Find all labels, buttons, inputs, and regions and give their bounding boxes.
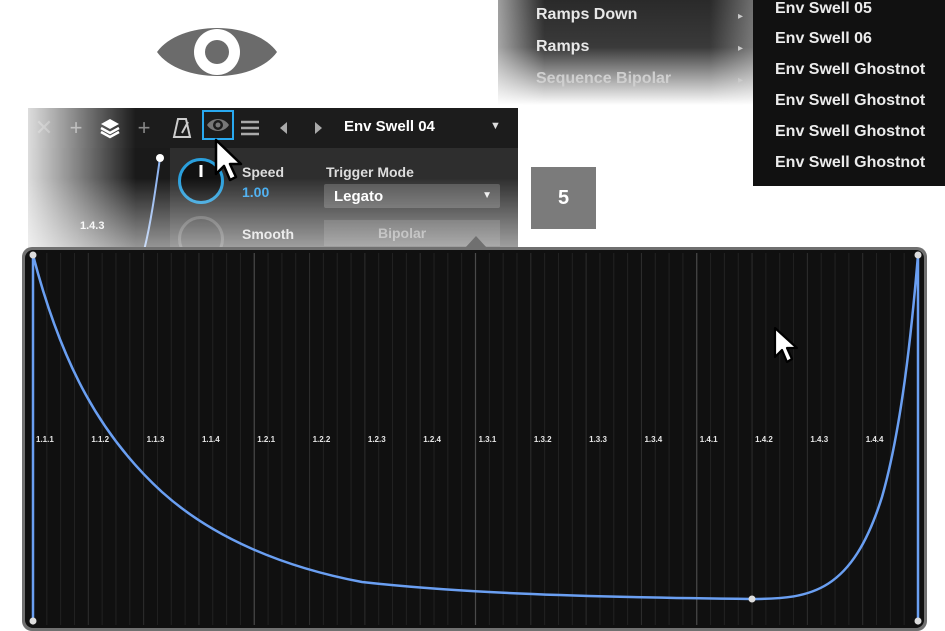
beat-label: 1.3.1 xyxy=(479,435,497,444)
preset-item[interactable]: Env Swell Ghostnot xyxy=(775,154,925,172)
chevron-down-icon[interactable]: ▼ xyxy=(490,120,501,132)
beat-label: 1.4.1 xyxy=(700,435,718,444)
envelope-editor[interactable]: 1.1.1 1.1.2 1.1.3 1.1.4 1.2.1 1.2.2 1.2.3 1.2.4… xyxy=(22,247,927,631)
envelope-node[interactable] xyxy=(914,251,922,259)
mouse-pointer-icon xyxy=(214,138,243,182)
prev-icon[interactable] xyxy=(272,116,296,140)
layers-icon[interactable] xyxy=(98,116,122,140)
eye-icon xyxy=(157,28,277,76)
plus-icon[interactable]: + xyxy=(132,116,156,140)
step-badge: 5 xyxy=(531,167,596,229)
submenu-arrow-icon: ▸ xyxy=(738,75,744,86)
eye-button[interactable] xyxy=(202,110,234,140)
envelope-node[interactable] xyxy=(29,251,37,259)
category-menu: Ramps Down ▸ Ramps ▸ Sequence Bipolar ▸ xyxy=(498,0,756,105)
preset-item[interactable]: Env Swell Ghostnot xyxy=(775,92,925,110)
envelope-node[interactable] xyxy=(29,617,37,625)
beat-label: 1.2.2 xyxy=(313,435,331,444)
envelope-node[interactable] xyxy=(748,595,756,603)
device-toolbar: ✕ + + Env Swell 04 ▼ xyxy=(28,108,518,148)
menu-item-ramps[interactable]: Ramps xyxy=(536,38,589,56)
speed-label: Speed xyxy=(242,164,285,180)
speed-value[interactable]: 1.00 xyxy=(242,184,269,200)
beat-label: 1.1.4 xyxy=(202,435,220,444)
preset-item[interactable]: Env Swell 06 xyxy=(775,30,872,48)
beat-label: 1.1.3 xyxy=(147,435,165,444)
mouse-pointer-icon xyxy=(773,326,799,364)
preset-name[interactable]: Env Swell 04 xyxy=(344,118,435,135)
preset-item[interactable]: Env Swell Ghostnot xyxy=(775,123,925,141)
beat-label: 1.2.4 xyxy=(423,435,441,444)
beat-label: 1.3.4 xyxy=(644,435,662,444)
bipolar-label: Bipolar xyxy=(378,225,427,241)
beat-label: 1.4.4 xyxy=(866,435,884,444)
beat-label: 1.4.3 xyxy=(810,435,828,444)
beat-label: 1.3.3 xyxy=(589,435,607,444)
submenu-arrow-icon: ▸ xyxy=(738,11,744,22)
menu-item-ramps-down[interactable]: Ramps Down xyxy=(536,6,637,24)
list-icon[interactable] xyxy=(238,116,262,140)
beat-label: 1.3.2 xyxy=(534,435,552,444)
eye-icon xyxy=(207,119,229,131)
chevron-down-icon: ▼ xyxy=(482,190,492,201)
beat-label: 1.1.1 xyxy=(36,435,54,444)
preset-menu: Env Swell 05 Env Swell 06 Env Swell Ghos… xyxy=(753,0,945,186)
plus-icon[interactable]: + xyxy=(64,116,88,140)
metronome-icon[interactable] xyxy=(170,116,194,140)
trigger-mode-label: Trigger Mode xyxy=(326,164,414,180)
trigger-mode-value: Legato xyxy=(334,188,384,205)
mini-beat-label: 1.4.3 xyxy=(80,220,105,232)
preset-item[interactable]: Env Swell 05 xyxy=(775,0,872,18)
close-icon[interactable]: ✕ xyxy=(32,116,56,140)
next-icon[interactable] xyxy=(306,116,330,140)
beat-label: 1.2.1 xyxy=(257,435,275,444)
envelope-canvas[interactable]: 1.1.1 1.1.2 1.1.3 1.1.4 1.2.1 1.2.2 1.2.3 1.2.4… xyxy=(22,247,927,631)
envelope-node[interactable] xyxy=(914,617,922,625)
beat-label: 1.1.2 xyxy=(91,435,109,444)
submenu-arrow-icon: ▸ xyxy=(738,43,744,54)
smooth-label: Smooth xyxy=(242,226,295,242)
menu-item-sequence-bipolar[interactable]: Sequence Bipolar xyxy=(536,70,671,88)
beat-label: 1.2.3 xyxy=(368,435,386,444)
trigger-mode-select[interactable]: Legato ▼ xyxy=(324,184,500,208)
preset-item[interactable]: Env Swell Ghostnot xyxy=(775,61,925,79)
beat-label: 1.4.2 xyxy=(755,435,773,444)
